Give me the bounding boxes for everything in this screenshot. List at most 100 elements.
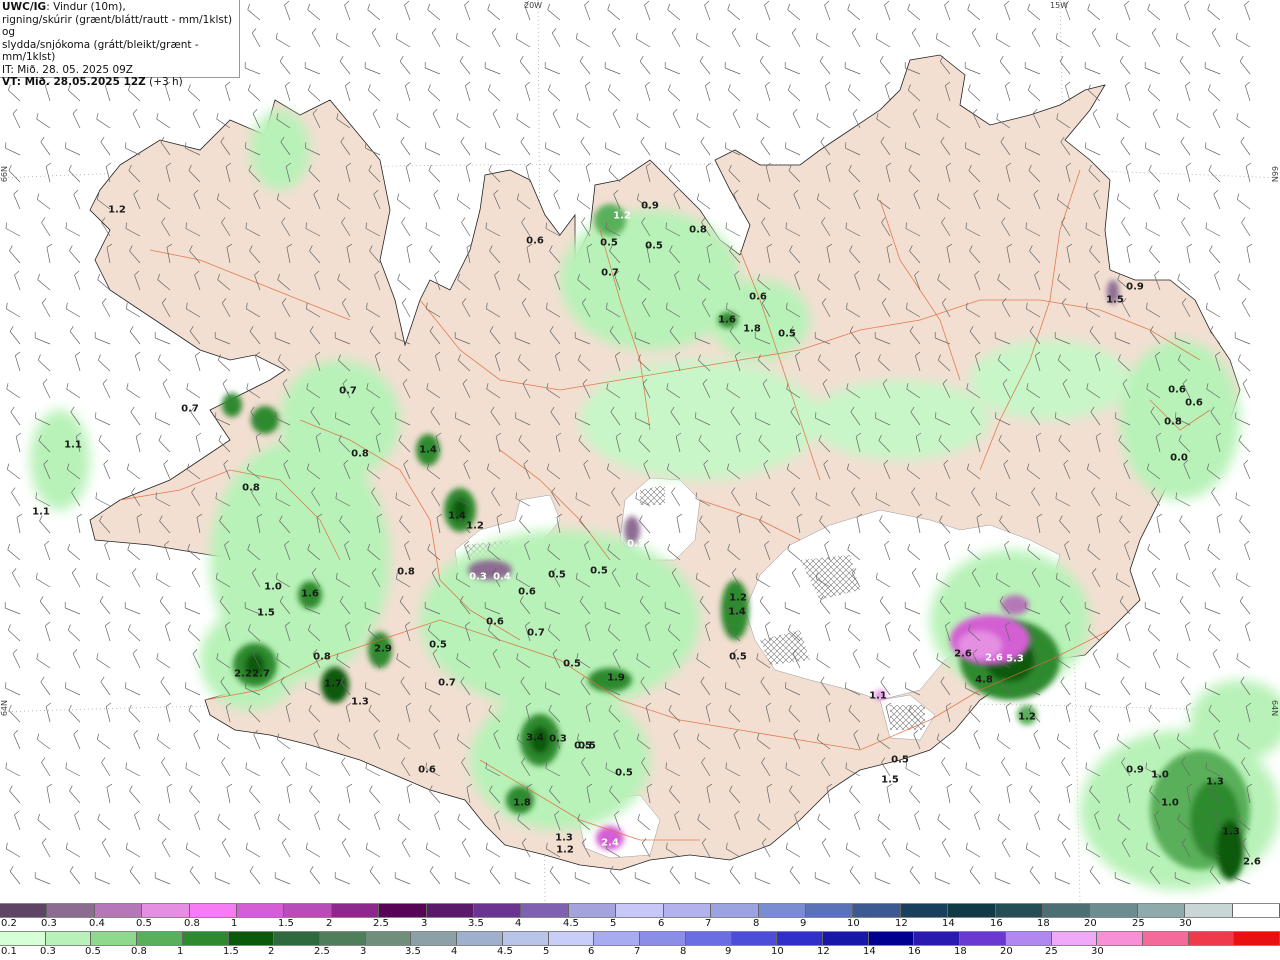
- wind-barb: [966, 848, 981, 858]
- wind-barb: [1244, 4, 1251, 21]
- wind-barb: [1213, 194, 1221, 210]
- legend-tick-label: 12: [895, 918, 908, 929]
- wind-barb: [607, 9, 621, 21]
- wind-barb-flag: [907, 3, 911, 10]
- wind-barb: [485, 147, 501, 156]
- wind-barb-flag: [1235, 492, 1237, 499]
- wind-barb: [367, 9, 381, 21]
- wind-barb: [764, 85, 771, 102]
- wind-barb-flag: [1153, 189, 1159, 195]
- wind-barb-flag: [341, 757, 346, 763]
- wind-barb: [192, 113, 201, 129]
- legend-tick-label: 0.4: [89, 918, 105, 929]
- wind-barb: [886, 787, 891, 804]
- legend-color-cell: [284, 904, 332, 917]
- wind-barb: [727, 9, 741, 21]
- wind-barb: [875, 877, 891, 885]
- wind-barb: [1176, 118, 1191, 129]
- wind-barb-flag: [6, 383, 9, 390]
- wind-barb-flag: [1091, 28, 1097, 34]
- wind-barb: [1006, 787, 1011, 804]
- wind-barb-flag: [640, 136, 645, 143]
- wind-barb-flag: [97, 813, 101, 820]
- wind-barb: [336, 38, 351, 48]
- wind-barb: [609, 871, 621, 885]
- wind-barb: [997, 819, 1011, 831]
- wind-barb-flag: [488, 164, 492, 171]
- wind-barb: [1148, 89, 1161, 102]
- legend-tick-label: 6: [658, 918, 665, 929]
- wind-barb: [1121, 222, 1131, 237]
- wind-barb-flag: [1205, 222, 1207, 229]
- legend-color-cell: [1042, 904, 1091, 917]
- precip-value-label: 1.6: [718, 314, 736, 326]
- wind-barb: [100, 141, 111, 156]
- precip-value-label: 0.8: [351, 448, 369, 460]
- wind-barb-flag: [967, 84, 971, 91]
- wind-barb-flag: [309, 785, 313, 792]
- wind-barb-flag: [552, 108, 558, 114]
- wind-barb: [877, 819, 891, 831]
- wind-barb: [1085, 687, 1101, 696]
- wind-barb-flag: [1027, 84, 1031, 91]
- wind-barb: [935, 877, 951, 885]
- wind-barb: [1237, 279, 1251, 291]
- wind-barb: [126, 388, 141, 399]
- wind-barb: [1145, 147, 1161, 156]
- wind-barb: [308, 89, 321, 102]
- wind-barb-flag: [68, 164, 72, 171]
- wind-barb: [133, 734, 141, 750]
- wind-barb-flag: [65, 302, 68, 309]
- wind-barb: [937, 819, 951, 831]
- wind-barb: [1031, 32, 1041, 48]
- wind-barb: [457, 819, 471, 831]
- precip-value-label: 0.7: [181, 403, 199, 415]
- wind-barb-flag: [1208, 164, 1212, 171]
- wind-barb: [156, 739, 171, 750]
- wind-barb-flag: [1087, 3, 1091, 10]
- wind-barb-flag: [1124, 0, 1130, 6]
- legend-tick-label: 18: [954, 946, 967, 957]
- wind-barb: [1156, 517, 1161, 534]
- wind-barb: [66, 388, 81, 399]
- wind-barb-flag: [166, 783, 173, 788]
- wind-barb: [36, 658, 51, 669]
- legend-color-cell: [1142, 932, 1189, 945]
- wind-barb-flag: [1116, 733, 1120, 740]
- wind-barb: [76, 517, 81, 534]
- wind-barb-flag: [1239, 596, 1244, 602]
- wind-barb: [1205, 607, 1221, 615]
- precip-value-label: 1.8: [513, 797, 531, 809]
- wind-barb-flag: [245, 762, 247, 769]
- wind-barb: [756, 38, 771, 48]
- wind-barb: [248, 89, 261, 102]
- wind-barb: [166, 787, 171, 804]
- wind-barb: [14, 814, 21, 831]
- wind-barb-flag: [489, 866, 494, 872]
- precip-value-label: 1.6: [301, 588, 319, 600]
- wind-barb: [580, 141, 591, 156]
- wind-barb-flag: [1060, 676, 1065, 683]
- wind-barb-flag: [401, 217, 406, 223]
- wind-barb: [1124, 85, 1131, 102]
- wind-barb: [1125, 706, 1131, 723]
- wind-barb: [132, 113, 141, 129]
- wind-barb: [1116, 658, 1131, 669]
- wind-barb-flag: [877, 813, 881, 820]
- wind-barb: [157, 819, 171, 831]
- wind-barb-flag: [65, 762, 67, 769]
- wind-barb: [941, 762, 951, 777]
- valid-time-line: VT: Mið. 28.05.2025 12Z (+3 h): [2, 76, 239, 89]
- precip-value-label: 0.5: [548, 569, 566, 581]
- wind-barb: [1181, 222, 1191, 237]
- wind-barb: [397, 819, 411, 831]
- wind-barb-flag: [999, 56, 1004, 62]
- wind-barb: [226, 787, 231, 804]
- wind-barb: [1241, 222, 1251, 237]
- wind-barb-flag: [155, 572, 158, 579]
- wind-barb: [164, 625, 171, 642]
- wind-barb-flag: [1184, 0, 1190, 6]
- wind-barb: [131, 572, 141, 588]
- wind-barb: [126, 308, 141, 318]
- wind-barb-flag: [1211, 28, 1217, 34]
